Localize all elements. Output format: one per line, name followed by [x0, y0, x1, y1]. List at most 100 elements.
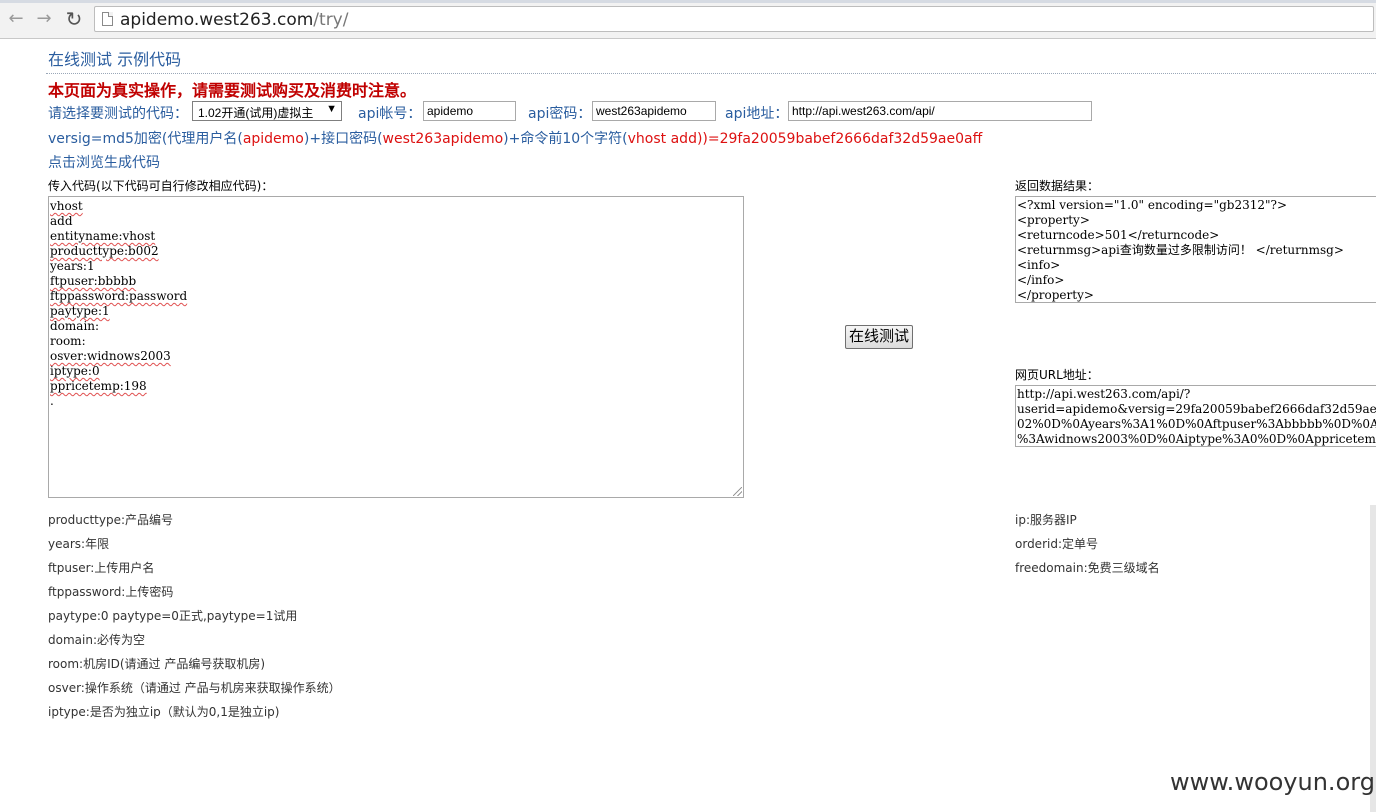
code-line: .: [50, 394, 54, 408]
tab-strip-edge: [0, 0, 1376, 3]
code-select[interactable]: 1.02开通(试用)虚拟主 ▼: [192, 101, 342, 121]
param-description: paytype:0 paytype=0正式,paytype=1试用: [48, 607, 297, 624]
param-key: producttype:: [48, 513, 126, 527]
param-desc: 必传为空: [96, 633, 145, 647]
versig-user: apidemo: [242, 131, 304, 147]
page-title: 在线测试 示例代码: [48, 50, 182, 69]
code-line: entityname:vhost: [50, 229, 156, 243]
title-divider: [46, 73, 1376, 74]
param-key: years:: [48, 537, 86, 551]
param-desc: 年限: [85, 537, 110, 551]
versig-password: west263apidemo: [382, 131, 504, 147]
api-address-input[interactable]: http://api.west263.com/api/: [788, 101, 1092, 121]
param-desc: 服务器IP: [1030, 513, 1077, 527]
address-bar-url[interactable]: apidemo.west263.com/try/: [120, 10, 348, 30]
url-path: /try/: [313, 10, 349, 30]
input-code-textarea[interactable]: vhost add entityname:vhost producttype:b002…: [48, 196, 744, 498]
code-line: ftppassword:password: [50, 289, 188, 303]
url-lines: http://api.west263.com/api/? userid=apide…: [1017, 387, 1376, 446]
text-line: <info>: [1017, 258, 1061, 272]
text-line: <returnmsg>api查询数量过多限制访问！ </returnmsg>: [1017, 243, 1344, 257]
param-description: ip:服务器IP: [1015, 511, 1077, 528]
param-key: osver:: [48, 681, 85, 695]
api-address-label: api地址：: [725, 106, 789, 122]
code-line: years:1: [50, 259, 95, 273]
code-line: osver:widnows2003: [50, 349, 171, 363]
back-arrow-icon[interactable]: ←: [6, 9, 26, 29]
param-desc: 上传密码: [125, 585, 174, 599]
param-desc: 免费三级域名: [1087, 561, 1160, 575]
versig-part: )+接口密码(: [303, 131, 383, 147]
param-key: room:: [48, 657, 84, 671]
code-line: ppricetemp:198: [50, 379, 147, 393]
text-line: http://api.west263.com/api/?: [1017, 387, 1191, 401]
param-description: years:年限: [48, 535, 109, 552]
dropdown-arrow-icon: ▼: [326, 103, 337, 115]
param-description: ftpuser:上传用户名: [48, 559, 154, 576]
param-description: iptype:是否为独立ip（默认为0,1是独立ip): [48, 703, 279, 720]
param-key: domain:: [48, 633, 97, 647]
url-host: apidemo.west263.com: [120, 10, 314, 30]
text-line: <?xml version="1.0" encoding="gb2312"?>: [1017, 198, 1288, 212]
param-description: freedomain:免费三级域名: [1015, 559, 1160, 576]
text-line: %3Awidnows2003%0D%0Aiptype%3A0%0D%0Appri…: [1017, 432, 1376, 446]
reload-icon[interactable]: ↻: [64, 9, 84, 29]
text-line: <returncode>501</returncode>: [1017, 228, 1220, 242]
param-desc: 产品编号: [125, 513, 174, 527]
param-key: paytype:: [48, 609, 101, 623]
versig-command: vhost add: [627, 131, 697, 147]
param-key: iptype:: [48, 705, 90, 719]
param-description: orderid:定单号: [1015, 535, 1098, 552]
resize-grip-icon[interactable]: [733, 487, 742, 496]
api-password-input[interactable]: west263apidemo: [592, 101, 716, 121]
param-description: producttype:产品编号: [48, 511, 173, 528]
param-desc: 是否为独立ip（默认为0,1是独立ip): [89, 705, 280, 719]
address-bar[interactable]: apidemo.west263.com/try/: [94, 6, 1374, 32]
param-desc: 操作系统（请通过 产品与机房来获取操作系统）: [84, 681, 341, 695]
text-line: </property>: [1017, 288, 1094, 302]
text-line: <property>: [1017, 213, 1090, 227]
param-description: osver:操作系统（请通过 产品与机房来获取操作系统）: [48, 679, 341, 696]
versig-part: versig=md5加密(代理用户名(: [48, 131, 243, 147]
warning-text: 本页面为真实操作，请需要测试购买及消费时注意。: [48, 81, 417, 100]
text-line: userid=apidemo&versig=29fa20059babef2666…: [1017, 402, 1376, 416]
scrollbar[interactable]: [1370, 505, 1376, 812]
code-line: ftpuser:bbbbb: [50, 274, 137, 288]
versig-part: )+命令前10个字符(: [503, 131, 628, 147]
param-desc: 上传用户名: [94, 561, 155, 575]
param-description: ftppassword:上传密码: [48, 583, 173, 600]
param-description: room:机房ID(请通过 产品编号获取机房): [48, 655, 265, 672]
param-key: ip:: [1015, 513, 1030, 527]
browser-toolbar: ← → ↻ apidemo.west263.com/try/: [0, 0, 1376, 39]
text-line: </info>: [1017, 273, 1065, 287]
param-description: domain:必传为空: [48, 631, 145, 648]
watermark: www.wooyun.org: [1170, 768, 1375, 796]
param-desc: 定单号: [1062, 537, 1099, 551]
url-textarea[interactable]: http://api.west263.com/api/? userid=apide…: [1015, 385, 1376, 447]
code-line: paytype:1: [50, 304, 110, 318]
param-key: freedomain:: [1015, 561, 1088, 575]
url-label: 网页URL地址：: [1015, 368, 1099, 382]
result-lines: <?xml version="1.0" encoding="gb2312"?> <…: [1017, 198, 1376, 302]
code-line: iptype:0: [50, 364, 100, 378]
api-password-label: api密码：: [528, 106, 592, 122]
result-textarea[interactable]: <?xml version="1.0" encoding="gb2312"?> <…: [1015, 196, 1376, 303]
page-icon: [102, 12, 113, 26]
param-key: ftppassword:: [48, 585, 126, 599]
text-line: 02%0D%0Ayears%3A1%0D%0Aftpuser%3Abbbbb%0…: [1017, 417, 1376, 431]
input-code-label: 传入代码(以下代码可自行修改相应代码)：: [48, 179, 274, 193]
code-line: producttype:b002: [50, 244, 159, 258]
code-line: room:: [50, 334, 86, 348]
code-select-value: 1.02开通(试用)虚拟主: [198, 106, 314, 120]
param-key: orderid:: [1015, 537, 1062, 551]
code-select-label: 请选择要测试的代码：: [48, 106, 188, 122]
code-line: vhost: [50, 199, 83, 213]
api-account-input[interactable]: apidemo: [423, 101, 516, 121]
forward-arrow-icon[interactable]: →: [34, 9, 54, 29]
online-test-button[interactable]: 在线测试: [845, 325, 913, 349]
versig-part: ))=: [696, 131, 720, 147]
param-desc: 机房ID(请通过 产品编号获取机房): [83, 657, 266, 671]
param-desc: 0 paytype=0正式,paytype=1试用: [100, 609, 298, 623]
browse-generated-code-link[interactable]: 点击浏览生成代码: [48, 152, 160, 172]
code-line: domain:: [50, 319, 100, 333]
